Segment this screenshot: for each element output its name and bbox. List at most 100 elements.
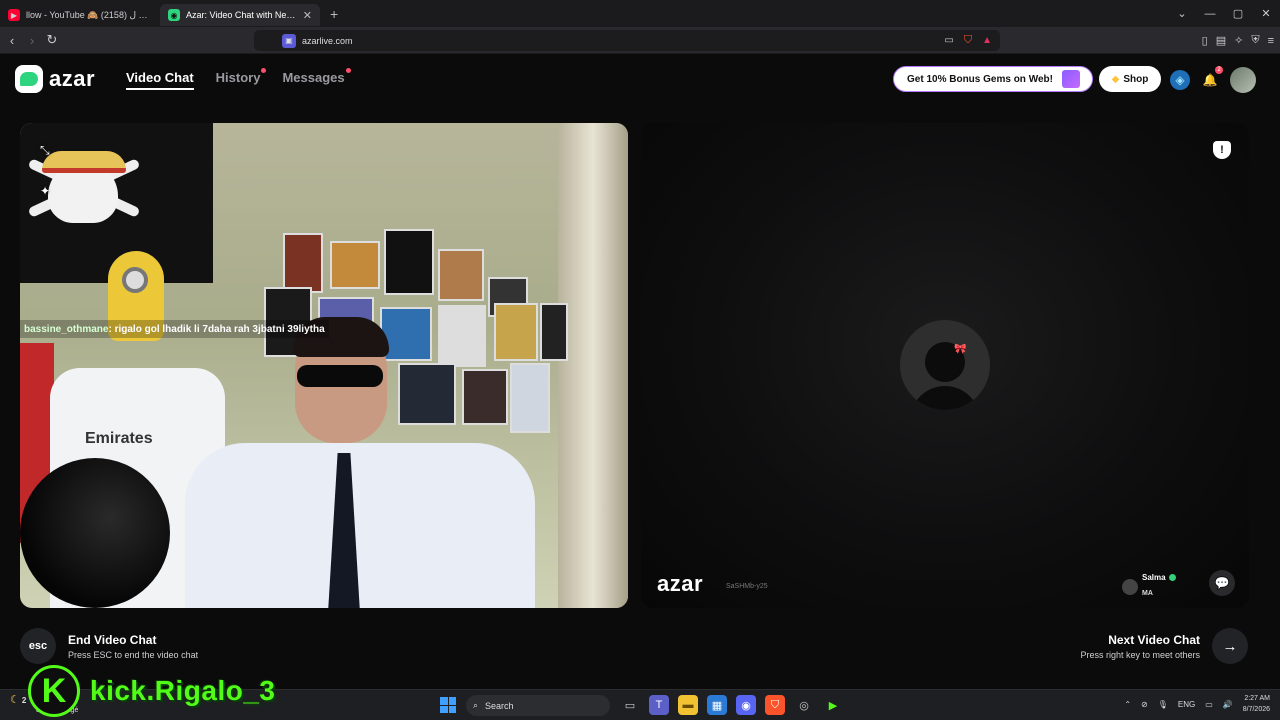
minimize-video-icon[interactable]: ⤡ — [40, 143, 50, 158]
windows-start-icon[interactable] — [440, 697, 456, 713]
app-header: azar Video Chat History Messages Get 10%… — [0, 54, 1280, 104]
magic-wand-icon[interactable]: ✦ — [40, 184, 50, 198]
window-controls: ⌄ — ▢ ✕ — [1168, 0, 1280, 27]
clock[interactable]: 2:27 AM 8/7/2026 — [1243, 693, 1270, 715]
forward-icon[interactable]: › — [22, 33, 42, 48]
gems-icon[interactable]: ◈ — [1170, 70, 1190, 90]
gem-icon: ◆ — [1111, 73, 1120, 85]
partner-info[interactable]: Salma MA — [1122, 573, 1176, 600]
discord-icon[interactable]: ◉ — [736, 695, 756, 715]
kick-app-icon[interactable]: ▶ — [823, 695, 843, 715]
file-explorer-icon[interactable]: ▬ — [678, 695, 698, 715]
nav-messages[interactable]: Messages — [282, 68, 351, 90]
bell-icon[interactable]: 🔔 2 — [1200, 66, 1223, 90]
bonus-gems-button[interactable]: Get 10% Bonus Gems on Web! — [893, 66, 1093, 92]
marble-wall — [558, 123, 628, 608]
network-off-icon[interactable]: ⊘ — [1141, 700, 1148, 709]
site-info-icon[interactable]: ▣ — [282, 33, 296, 48]
end-subtitle: Press ESC to end the video chat — [68, 649, 199, 660]
teams-icon[interactable]: T — [649, 695, 669, 715]
profile-avatar[interactable] — [1230, 67, 1256, 93]
store-icon[interactable]: ▦ — [707, 695, 727, 715]
url-text: azarlive.com — [302, 35, 353, 46]
vpn-icon[interactable]: ⛨ — [1251, 34, 1259, 47]
address-bar: ‹ › ↻ ⌑ ▣ azarlive.com ▭ ⛉ ▲ ▯ ▤ ✧ ⛨ ≡ — [0, 27, 1280, 54]
esc-key[interactable]: esc — [20, 628, 56, 664]
tab-azar[interactable]: ◉ Azar: Video Chat with New Pe ✕ — [160, 4, 320, 26]
menu-icon[interactable]: ≡ — [1268, 35, 1274, 47]
reload-icon[interactable]: ↻ — [42, 32, 62, 48]
promo-label: Get 10% Bonus Gems on Web! — [907, 73, 1053, 85]
chevron-up-icon[interactable]: ⌃ — [1124, 700, 1131, 709]
volume-icon[interactable]: 🔊 — [1223, 700, 1233, 709]
url-actions: ▭ ⛉ ▲ — [944, 34, 992, 47]
toolbar-right: ▯ ▤ ✧ ⛨ ≡ — [1202, 27, 1274, 54]
back-icon[interactable]: ‹ — [2, 33, 22, 48]
tab-youtube[interactable]: ▶ llow - YouTube 🙈 اش واقع ل (2158) — [0, 4, 160, 26]
chat-message: bassine_othmane : rigalo gol lhadik li 7… — [20, 320, 329, 338]
partner-video: ! 🎀 azar SaSHMb-y25 Salma MA 💬 — [641, 123, 1249, 608]
close-tab-icon[interactable]: ✕ — [303, 9, 312, 22]
messages-dot — [345, 68, 351, 73]
sidebar-icon[interactable]: ▯ — [1202, 34, 1208, 47]
maximize-icon[interactable]: ▢ — [1224, 7, 1252, 20]
obs-icon[interactable]: ◎ — [794, 695, 814, 715]
arrow-right-icon[interactable]: → — [1212, 628, 1248, 664]
leo-ai-icon[interactable]: ✧ — [1234, 34, 1243, 47]
nav-history[interactable]: History — [216, 68, 267, 90]
tab-title: Azar: Video Chat with New Pe — [186, 10, 297, 20]
close-window-icon[interactable]: ✕ — [1252, 7, 1280, 20]
youtube-icon: ▶ — [8, 9, 20, 21]
clock-date: 8/7/2026 — [1242, 706, 1270, 713]
brave-icon[interactable]: ⛉ — [765, 695, 785, 715]
end-title: End Video Chat — [68, 632, 157, 647]
tab-title: llow - YouTube 🙈 اش واقع ل (2158) — [26, 9, 152, 20]
next-video-chat[interactable]: Next Video Chat Press right key to meet … — [1080, 628, 1248, 664]
azar-watermark: azar — [657, 571, 704, 596]
weather-widget[interactable]: ☾ 2 emps dégagé — [10, 693, 78, 714]
browser-tabbar: ▶ llow - YouTube 🙈 اش واقع ل (2158) ◉ Az… — [0, 0, 1280, 27]
kick-channel-name: kick.Rigalo_3 — [90, 675, 276, 706]
display-icon[interactable]: ▭ — [1205, 700, 1213, 709]
moon-icon: ☾ — [10, 694, 20, 706]
self-video: Emirates ⤡ ✦ bassine_othmane : rigalo go… — [20, 123, 628, 608]
watermark-id: SaSHMb-y25 — [726, 583, 768, 590]
shop-button[interactable]: ◆ Shop — [1099, 66, 1161, 92]
azar-favicon-icon: ◉ — [168, 9, 180, 21]
chat-username: bassine_othmane — [24, 323, 109, 335]
url-field[interactable]: ▣ azarlive.com ▭ ⛉ ▲ — [254, 30, 1000, 51]
logo-text: azar — [49, 66, 96, 91]
clock-time: 2:27 AM — [1244, 695, 1270, 702]
chat-text: : rigalo gol lhadik li 7daha rah 3jbatni… — [108, 323, 325, 335]
tab-list-icon[interactable]: ⌄ — [1168, 7, 1196, 20]
partner-name: Salma — [1142, 573, 1166, 582]
end-video-chat[interactable]: esc End Video Chat Press ESC to end the … — [20, 628, 198, 664]
nav-video-chat[interactable]: Video Chat — [126, 70, 194, 90]
azar-logo[interactable]: azar — [15, 65, 95, 93]
brave-rewards-icon[interactable]: ▲ — [982, 35, 992, 46]
system-tray: ⌃ ⊘ 🎙 ENG ▭ 🔊 2:27 AM 8/7/2026 — [1124, 693, 1270, 715]
bow-icon: 🎀 — [954, 344, 967, 355]
shop-label: Shop — [1123, 73, 1149, 85]
minimize-icon[interactable]: — — [1196, 8, 1224, 20]
kick-overlay: K kick.Rigalo_3 — [28, 665, 275, 717]
jersey-text: Emirates — [85, 430, 153, 447]
cast-icon[interactable]: ▭ — [944, 35, 953, 46]
taskbar-apps: ▭ T ▬ ▦ ◉ ⛉ ◎ ▶ — [620, 695, 843, 715]
brave-shield-icon[interactable]: ⛉ — [964, 34, 972, 47]
language-indicator[interactable]: ENG — [1178, 700, 1195, 709]
mic-icon[interactable]: 🎙 — [1158, 700, 1168, 709]
streamer — [185, 317, 535, 608]
new-tab-button[interactable]: + — [330, 6, 338, 22]
search-icon: ⌕ — [473, 700, 479, 710]
online-indicator — [1168, 574, 1176, 581]
task-view-icon[interactable]: ▭ — [620, 695, 640, 715]
history-dot — [261, 68, 267, 73]
report-icon[interactable]: ! — [1213, 141, 1231, 159]
taskbar-search[interactable]: ⌕ Search — [466, 695, 610, 716]
wallet-icon[interactable]: ▤ — [1216, 34, 1226, 47]
chat-bubble-icon[interactable]: 💬 — [1209, 570, 1235, 596]
partner-mini-avatar — [1122, 578, 1138, 595]
partner-country: MA — [1142, 590, 1153, 597]
kick-logo: K — [28, 665, 80, 717]
